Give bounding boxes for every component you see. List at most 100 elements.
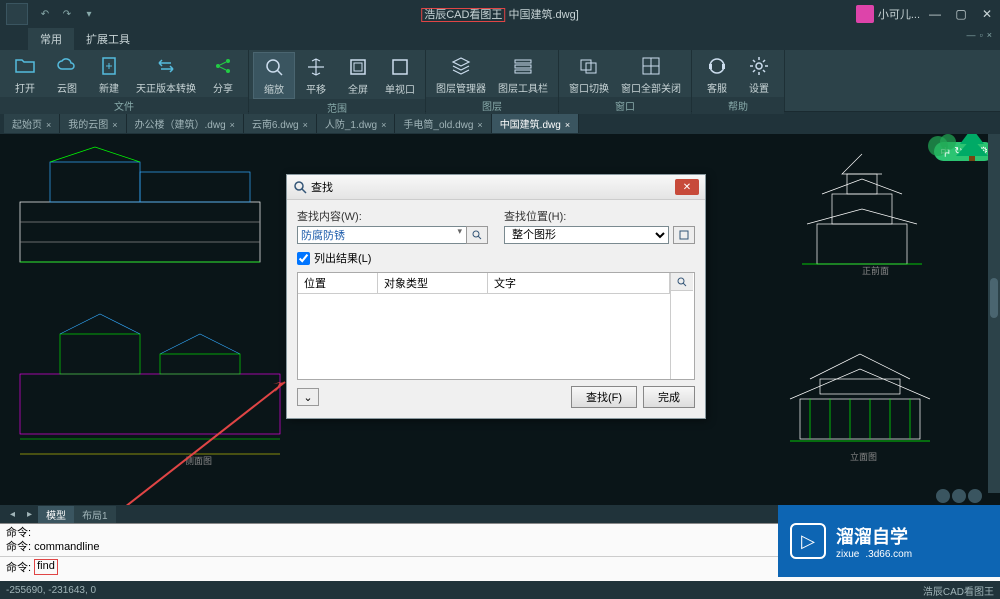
tab-close-icon[interactable]: × [381, 120, 386, 130]
ribbon-group-label: 文件 [0, 97, 248, 114]
find-location-label: 查找位置(H): [504, 208, 695, 224]
zoom-result-button[interactable] [671, 273, 693, 291]
ribbon-btn-cloud[interactable]: 云图 [46, 52, 88, 97]
mdi-close-icon[interactable]: × [987, 30, 992, 40]
ribbon-btn-viewport[interactable]: 单视口 [379, 52, 421, 99]
status-bar: -255690, -231643, 0 浩辰CAD看图王 [0, 581, 1000, 599]
find-button[interactable]: 查找(F) [571, 386, 637, 408]
find-content-input[interactable] [297, 226, 469, 244]
find-icon [293, 180, 307, 194]
ribbon-group-label: 图层 [426, 97, 558, 114]
layout-tab-layout1[interactable]: 布局1 [74, 506, 116, 523]
tab-close-icon[interactable]: × [303, 120, 308, 130]
window-controls: — ▢ ✕ [922, 4, 1000, 24]
zoom-icon [676, 276, 688, 288]
qat-redo-icon[interactable]: ↷ [60, 7, 74, 21]
layout-next-icon[interactable]: ▸ [21, 508, 38, 521]
ribbon-group: 打开云图新建天正版本转换分享文件 [0, 50, 249, 111]
ribbon-group-label: 帮助 [692, 97, 784, 114]
ribbon-group: 窗口切换窗口全部关闭窗口 [559, 50, 692, 111]
search-icon [471, 229, 483, 241]
annotation-arrow [52, 382, 285, 505]
find-content-label: 查找内容(W): [297, 208, 488, 224]
dialog-close-button[interactable]: ✕ [675, 179, 699, 195]
doc-tab[interactable]: 办公楼（建筑）.dwg× [127, 114, 244, 133]
watermark-logo-icon: ▷ [790, 523, 826, 559]
ribbon-btn-winswitch[interactable]: 窗口切换 [563, 52, 615, 97]
dialog-title-bar[interactable]: 查找 ✕ [287, 175, 705, 200]
layout-tab-model[interactable]: 模型 [38, 506, 74, 523]
ribbon-group: 图层管理器图层工具栏图层 [426, 50, 559, 111]
command-input-highlight[interactable]: find [34, 559, 58, 575]
ribbon-btn-fullscreen[interactable]: 全屏 [337, 52, 379, 99]
list-results-checkbox[interactable] [297, 252, 310, 265]
tab-close-icon[interactable]: × [477, 120, 482, 130]
ribbon-btn-share[interactable]: 分享 [202, 52, 244, 97]
ribbon-btn-settings[interactable]: 设置 [738, 52, 780, 97]
find-dialog: 查找 ✕ 查找内容(W): ▾ 查找位置(H): 整个图形 [286, 174, 706, 419]
qat-undo-icon[interactable]: ↶ [38, 7, 52, 21]
ribbon-group: 缩放平移全屏单视口范围 [249, 50, 426, 111]
layers-icon [449, 54, 473, 78]
done-button[interactable]: 完成 [643, 386, 695, 408]
ribbon-btn-new[interactable]: 新建 [88, 52, 130, 97]
doc-tab[interactable]: 起始页× [4, 114, 60, 133]
canvas-side-toolbar: 中 ↻ ✦ ⚙ [934, 142, 994, 161]
mdi-minimize-icon[interactable]: — [967, 30, 976, 40]
christmas-decoration-icon [918, 134, 990, 162]
mdi-restore-icon[interactable]: ▫ [980, 30, 983, 40]
window-title: 浩辰CAD看图王 中国建筑.dwg] [421, 6, 579, 22]
ribbon-btn-closeall[interactable]: 窗口全部关闭 [615, 52, 687, 97]
find-location-select[interactable]: 整个图形 [504, 226, 669, 244]
find-options-button[interactable] [466, 226, 488, 244]
viewport-icon [388, 55, 412, 79]
col-type[interactable]: 对象类型 [378, 273, 488, 293]
ribbon-btn-layers[interactable]: 图层管理器 [430, 52, 492, 97]
tab-close-icon[interactable]: × [112, 120, 117, 130]
ribbon-btn-layertool[interactable]: 图层工具栏 [492, 52, 554, 97]
col-position[interactable]: 位置 [298, 273, 378, 293]
expand-options-button[interactable]: ⌄ [297, 388, 319, 406]
fullscreen-icon [346, 55, 370, 79]
doc-tab[interactable]: 中国建筑.dwg× [492, 114, 579, 133]
tab-close-icon[interactable]: × [565, 120, 570, 130]
doc-tab[interactable]: 手电筒_old.dwg× [395, 114, 491, 133]
vertical-scrollbar[interactable] [988, 134, 1000, 493]
elevation-label: 正前面 [862, 265, 889, 276]
tab-close-icon[interactable]: × [46, 120, 51, 130]
results-header: 位置 对象类型 文字 [298, 273, 670, 294]
ribbon-btn-zoom[interactable]: 缩放 [253, 52, 295, 99]
close-button[interactable]: ✕ [974, 4, 1000, 24]
ribbon-group-label: 窗口 [559, 97, 691, 114]
share-icon [211, 54, 235, 78]
doc-tab[interactable]: 云南6.dwg× [244, 114, 317, 133]
document-tabs: 起始页×我的云图×办公楼（建筑）.dwg×云南6.dwg×人防_1.dwg×手电… [0, 112, 1000, 134]
minimize-button[interactable]: — [922, 4, 948, 24]
closeall-icon [639, 54, 663, 78]
view-cube[interactable] [936, 489, 982, 503]
user-area[interactable]: 小可儿... [856, 5, 920, 23]
app-logo [6, 3, 28, 25]
ribbon-tab-extend[interactable]: 扩展工具 [74, 28, 142, 50]
pick-area-button[interactable] [673, 226, 695, 244]
ribbon-btn-support[interactable]: 客服 [696, 52, 738, 97]
doc-tab[interactable]: 人防_1.dwg× [317, 114, 396, 133]
watermark-badge: ▷ 溜溜自学 zixue .3d66.com [778, 505, 1000, 577]
folder-icon [13, 54, 37, 78]
qat-dropdown-icon[interactable]: ▾ [82, 7, 96, 21]
tab-close-icon[interactable]: × [230, 120, 235, 130]
results-panel: 位置 对象类型 文字 [297, 272, 695, 380]
ribbon-tab-common[interactable]: 常用 [28, 28, 74, 50]
layout-prev-icon[interactable]: ◂ [4, 508, 21, 521]
ribbon-btn-folder[interactable]: 打开 [4, 52, 46, 97]
maximize-button[interactable]: ▢ [948, 4, 974, 24]
dialog-title-text: 查找 [311, 179, 333, 195]
doc-tab[interactable]: 我的云图× [60, 114, 126, 133]
elevation-label-3: 立面图 [850, 451, 877, 462]
ribbon-btn-pan[interactable]: 平移 [295, 52, 337, 99]
ribbon-btn-convert[interactable]: 天正版本转换 [130, 52, 202, 97]
mdi-window-controls: — ▫ × [967, 30, 992, 40]
col-text[interactable]: 文字 [488, 273, 670, 293]
status-app-name: 浩辰CAD看图王 [923, 583, 994, 598]
app-name-highlight: 浩辰CAD看图王 [421, 8, 505, 22]
